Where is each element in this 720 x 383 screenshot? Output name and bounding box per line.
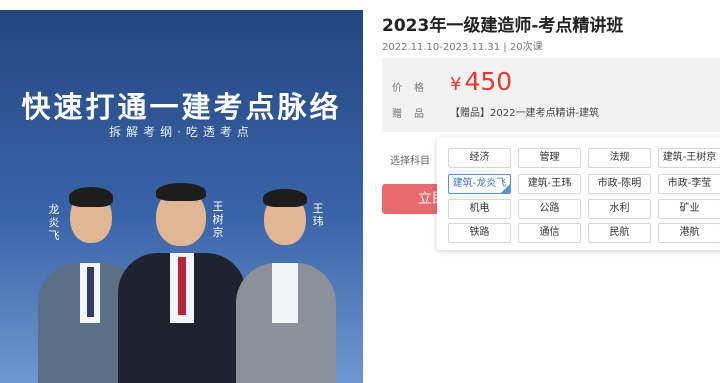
subject-option-label: 通信 <box>539 227 560 238</box>
subject-option[interactable]: 市政-陈明 <box>588 174 651 194</box>
subject-option-label: 法规 <box>609 152 630 163</box>
subject-option[interactable]: 经济 <box>448 148 511 168</box>
subject-option[interactable]: 民航 <box>588 223 651 243</box>
subject-option-label: 民航 <box>609 227 630 238</box>
course-title: 2023年一级建造师-考点精讲班 <box>382 16 624 36</box>
subject-option-label: 市政-李莹 <box>667 178 712 189</box>
course-schedule: 2022.11.10-2023.11.31 | 20次课 <box>382 42 543 53</box>
price-label: 价格 <box>392 83 436 94</box>
subject-label: 选择科目 <box>390 156 430 167</box>
gift-label: 赠品 <box>392 109 436 120</box>
selected-check-icon <box>501 184 510 193</box>
subject-option[interactable]: 建筑-王玮 <box>518 174 581 194</box>
subject-option[interactable]: 港航 <box>658 223 720 243</box>
subject-option[interactable]: 通信 <box>518 223 581 243</box>
subject-option-label: 公路 <box>539 203 560 214</box>
price-amount: 450 <box>464 67 513 96</box>
subject-option[interactable]: 公路 <box>518 199 581 219</box>
currency-symbol: ¥ <box>450 74 462 95</box>
price-value: ¥450 <box>450 67 512 96</box>
gift-text: 【赠品】2022一建考点精讲-建筑 <box>450 108 600 119</box>
banner-title: 快速打通一建考点脉络 <box>21 90 342 124</box>
subject-option-label: 港航 <box>679 227 700 238</box>
price-panel: 价格 ¥450 赠品 【赠品】2022一建考点精讲-建筑 <box>382 58 720 132</box>
subject-option-label: 建筑-王玮 <box>527 178 572 189</box>
subject-option[interactable]: 法规 <box>588 148 651 168</box>
subject-option-label: 矿业 <box>679 203 700 214</box>
subject-option[interactable]: 铁路 <box>448 223 511 243</box>
subject-option-label: 水利 <box>609 203 630 214</box>
subject-option[interactable]: 水利 <box>588 199 651 219</box>
subject-option-label: 建筑-王树京 <box>662 152 717 163</box>
subject-option[interactable]: 矿业 <box>658 199 720 219</box>
teacher-photo-right <box>236 183 336 383</box>
subject-dropdown: 经济 管理 法规 建筑-王树京建筑-龙炎飞 建筑-王玮 市政-陈明 市政-李莹机电 公路 水利 矿… <box>437 138 720 250</box>
subject-option[interactable]: 市政-李莹 <box>658 174 720 194</box>
subject-option-label: 建筑-龙炎飞 <box>452 178 507 189</box>
banner-subtitle: 拆解考纲·吃透考点 <box>109 125 254 139</box>
subject-option[interactable]: 管理 <box>518 148 581 168</box>
subject-option[interactable]: 机电 <box>448 199 511 219</box>
subject-option-label: 铁路 <box>469 227 490 238</box>
subject-option-label: 市政-陈明 <box>597 178 642 189</box>
teacher-photo-center <box>118 183 246 383</box>
course-banner-image: 快速打通一建考点脉络 拆解考纲·吃透考点 龙炎飞 王树京 王玮 <box>0 10 363 383</box>
subject-option-label: 机电 <box>469 203 490 214</box>
subject-option-label: 经济 <box>469 152 490 163</box>
subject-option-label: 管理 <box>539 152 560 163</box>
subject-option[interactable]: 建筑-龙炎飞 <box>448 174 511 194</box>
subject-option[interactable]: 建筑-王树京 <box>658 148 720 168</box>
